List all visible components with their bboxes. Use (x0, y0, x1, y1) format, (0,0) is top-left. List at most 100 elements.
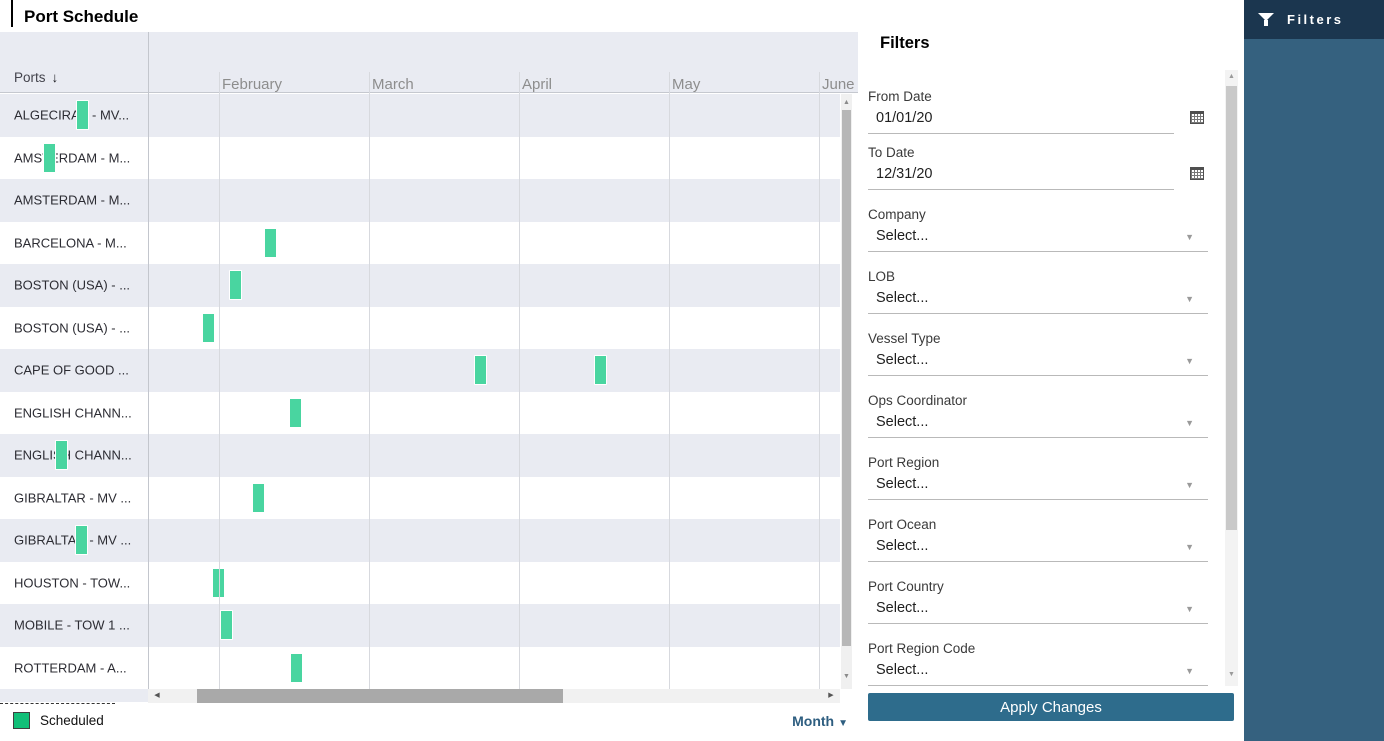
chevron-down-icon[interactable]: ▼ (1185, 356, 1194, 366)
filter-value-text: Select... (876, 228, 928, 244)
filter-field-label: Port Region Code (868, 634, 1213, 656)
port-row-label: AMSTERDAM - M... (14, 150, 130, 165)
calendar-icon[interactable] (1190, 111, 1204, 125)
scroll-down-icon[interactable]: ▼ (1225, 668, 1238, 682)
schedule-bar[interactable] (229, 270, 242, 300)
filter-field: Company Select... ▼ (868, 200, 1213, 262)
filter-value-text: Select... (876, 662, 928, 678)
schedule-bar[interactable] (290, 653, 303, 683)
filter-field-value[interactable]: Select... ▼ (868, 474, 1208, 500)
filter-field-label: Vessel Type (868, 324, 1213, 346)
table-row[interactable]: ROTTERDAM - A... (0, 647, 840, 690)
sidebar-tab-label: Filters (1287, 12, 1344, 27)
filter-field-value[interactable]: Select... ▼ (868, 350, 1208, 376)
port-row-label: BOSTON (USA) - ... (14, 278, 130, 293)
filter-field: Port Country Select... ▼ (868, 572, 1213, 634)
scroll-up-icon[interactable]: ▲ (1225, 70, 1238, 84)
filter-field-label: Port Country (868, 572, 1213, 594)
port-row-label: ENGLISH CHANN... (14, 405, 132, 420)
filter-field: Port Ocean Select... ▼ (868, 510, 1213, 572)
filter-field: From Date 01/01/20 (868, 88, 1213, 144)
schedule-bar[interactable] (43, 143, 56, 173)
chevron-down-icon[interactable]: ▼ (1185, 480, 1194, 490)
scroll-right-icon[interactable]: ▶ (824, 689, 838, 703)
interval-dropdown[interactable]: Month▼ (770, 713, 848, 729)
filter-field-value[interactable]: 01/01/20 (868, 108, 1174, 134)
table-row[interactable]: ENGLISH CHANN... (0, 392, 840, 435)
filter-field-value[interactable]: Select... ▼ (868, 536, 1208, 562)
chevron-down-icon[interactable]: ▼ (1185, 232, 1194, 242)
chart-horizontal-scrollbar[interactable]: ◀ ▶ (148, 689, 840, 703)
filter-field-value[interactable]: Select... ▼ (868, 226, 1208, 252)
filter-field-label: Port Region (868, 448, 1213, 470)
chevron-down-icon[interactable]: ▼ (1185, 294, 1194, 304)
filters-heading: Filters (880, 34, 930, 53)
focus-dash-line (0, 703, 115, 704)
table-row[interactable]: HOUSTON - TOW... (0, 562, 840, 605)
filter-field-value[interactable]: Select... ▼ (868, 598, 1208, 624)
table-row[interactable]: GIBRALTAR - MV ... (0, 477, 840, 520)
schedule-bar[interactable] (220, 610, 233, 640)
schedule-bar[interactable] (289, 398, 302, 428)
chevron-down-icon[interactable]: ▼ (1185, 604, 1194, 614)
filter-value-text: 12/31/20 (876, 166, 932, 182)
filter-field: To Date 12/31/20 (868, 144, 1213, 200)
month-label: April (522, 76, 552, 93)
right-sidebar: Filters (1244, 0, 1384, 741)
chevron-down-icon[interactable]: ▼ (1185, 542, 1194, 552)
schedule-bar[interactable] (212, 568, 225, 598)
vertical-scroll-thumb[interactable] (842, 110, 851, 646)
table-row[interactable]: ENGLISH CHANN... (0, 434, 840, 477)
filter-field: Vessel Type Select... ▼ (868, 324, 1213, 386)
filter-field-value[interactable]: Select... ▼ (868, 412, 1208, 438)
table-row[interactable]: BOSTON (USA) - ... (0, 264, 840, 307)
chart-vertical-scrollbar[interactable]: ▲ ▼ (841, 94, 852, 689)
scroll-down-icon[interactable]: ▼ (841, 670, 852, 684)
page-title: Port Schedule (24, 7, 138, 27)
schedule-bar[interactable] (474, 355, 487, 385)
filter-funnel-icon (1258, 13, 1274, 26)
table-row[interactable]: CAPE OF GOOD ... (0, 349, 840, 392)
filter-field-value[interactable]: Select... ▼ (868, 288, 1208, 314)
schedule-bar[interactable] (55, 440, 68, 470)
filter-field: LOB Select... ▼ (868, 262, 1213, 324)
filter-field-label: LOB (868, 262, 1213, 284)
schedule-bar[interactable] (75, 525, 88, 555)
filter-field-value[interactable]: Select... ▼ (868, 660, 1208, 686)
chevron-down-icon[interactable]: ▼ (1185, 666, 1194, 676)
schedule-bar[interactable] (202, 313, 215, 343)
sort-desc-icon[interactable]: ↓ (52, 70, 59, 85)
ports-header-label: Ports (14, 70, 46, 85)
table-row[interactable]: BARCELONA - M... (0, 222, 840, 265)
table-row[interactable]: BOSTON (USA) - ... (0, 307, 840, 350)
legend-swatch (13, 712, 30, 729)
port-row-label: MOBILE - TOW 1 ... (14, 618, 130, 633)
panel-scrollbar[interactable]: ▲ ▼ (1225, 70, 1238, 686)
table-row[interactable]: GIBRALTAR - MV ... (0, 519, 840, 562)
port-row-label: CAPE OF GOOD ... (14, 363, 129, 378)
calendar-icon[interactable] (1190, 167, 1204, 181)
filter-field-label: Port Ocean (868, 510, 1213, 532)
schedule-bar[interactable] (76, 100, 89, 130)
month-label: May (672, 76, 700, 93)
scroll-up-icon[interactable]: ▲ (841, 96, 852, 110)
scroll-left-icon[interactable]: ◀ (150, 689, 164, 703)
port-row-label: ROTTERDAM - A... (14, 660, 127, 675)
horizontal-scroll-thumb[interactable] (197, 689, 563, 703)
schedule-bar[interactable] (594, 355, 607, 385)
schedule-bar[interactable] (264, 228, 277, 258)
port-row-label: HOUSTON - TOW... (14, 575, 130, 590)
filter-field: Port Region Code Select... ▼ (868, 634, 1213, 696)
chevron-down-icon[interactable]: ▼ (1185, 418, 1194, 428)
table-row[interactable]: AMSTERDAM - M... (0, 137, 840, 180)
schedule-bar[interactable] (252, 483, 265, 513)
table-row[interactable]: MOBILE - TOW 1 ... (0, 604, 840, 647)
sidebar-tab-filters[interactable]: Filters (1244, 0, 1384, 39)
filter-value-text: Select... (876, 538, 928, 554)
filter-field-value[interactable]: 12/31/20 (868, 164, 1174, 190)
apply-changes-button[interactable]: Apply Changes (868, 693, 1234, 721)
ports-column-header[interactable]: Ports ↓ (14, 70, 58, 85)
table-row[interactable]: ALGECIRAS - MV... (0, 94, 840, 137)
table-row[interactable]: AMSTERDAM - M... (0, 179, 840, 222)
panel-scroll-thumb[interactable] (1226, 86, 1237, 530)
